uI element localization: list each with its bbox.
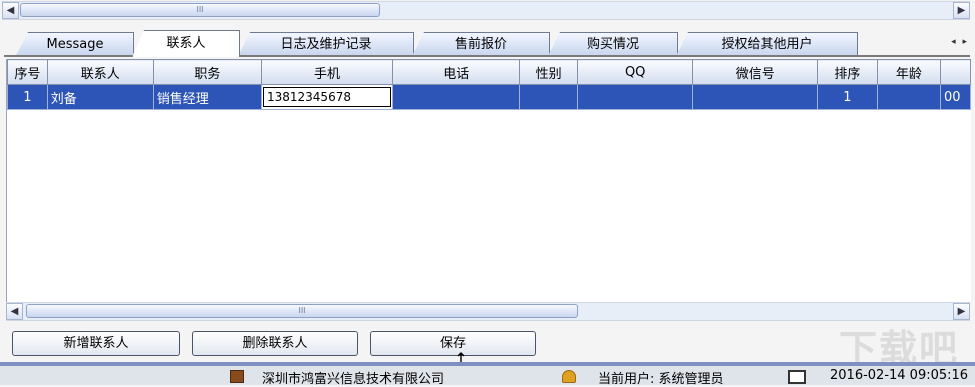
cell-wechat[interactable] [692,84,819,110]
grid-scroll-thumb[interactable]: III [26,304,578,318]
cell-gender[interactable] [519,84,578,110]
column-header-gender[interactable]: 性别 [519,59,578,85]
table-row[interactable]: 1 刘备 销售经理 1 00 [7,84,971,110]
status-bar: 深圳市鸿富兴信息技术有限公司 当前用户: 系统管理员 2016-02-14 09… [0,362,975,387]
status-datetime: 2016-02-14 09:05:16 [830,368,969,383]
cell-phone[interactable] [391,84,521,110]
grid-horizontal-scrollbar[interactable]: ◀ III ▶ [6,302,970,321]
scroll-right-arrow-icon[interactable]: ▶ [953,2,970,19]
cell-contact[interactable]: 刘备 [46,84,154,110]
column-header-title[interactable]: 职务 [152,59,262,85]
status-company: 深圳市鸿富兴信息技术有限公司 [262,372,445,387]
cell-order[interactable]: 1 [817,84,878,110]
cell-qq[interactable] [576,84,694,110]
scroll-thumb[interactable]: III [20,3,380,17]
column-header-age[interactable]: 年龄 [876,59,942,85]
tab-presales-quote[interactable]: 售前报价 [412,32,550,56]
tab-contacts[interactable]: 联系人 [132,30,240,57]
column-header-order[interactable]: 排序 [817,59,878,85]
tab-authorize-users[interactable]: 授权给其他用户 [676,32,858,56]
grid-scroll-left-arrow-icon[interactable]: ◀ [6,303,23,320]
cell-overflow[interactable]: 00 [940,84,971,110]
table-header-row: 序号 联系人 职务 手机 电话 性别 QQ 微信号 排序 年龄 [7,59,971,85]
column-header-overflow[interactable] [940,59,971,85]
cell-mobile[interactable] [260,84,393,110]
top-horizontal-scrollbar[interactable]: ◀ III ▶ [2,1,970,20]
status-current-user: 当前用户: 系统管理员 [598,372,724,387]
watermark-logo: 下载吧 [839,327,960,371]
column-header-wechat[interactable]: 微信号 [692,59,819,85]
calendar-icon [788,370,806,384]
delete-contact-button[interactable]: 删除联系人 [192,331,358,356]
tab-scroll-arrows-icon[interactable]: ◂ ▸ [951,37,969,47]
user-icon [562,370,576,383]
column-header-qq[interactable]: QQ [576,59,694,85]
contacts-grid: 序号 联系人 职务 手机 电话 性别 QQ 微信号 排序 年龄 1 刘备 销售经… [6,59,971,302]
scroll-left-arrow-icon[interactable]: ◀ [2,2,19,19]
column-header-contact[interactable]: 联系人 [46,59,154,85]
tab-logs-maintenance[interactable]: 日志及维护记录 [238,32,414,56]
mobile-edit-input[interactable] [262,87,391,107]
tab-purchases[interactable]: 购买情况 [548,32,678,56]
column-header-phone[interactable]: 电话 [391,59,521,85]
cell-age[interactable] [876,84,942,110]
tab-message[interactable]: Message [16,32,134,56]
building-icon [230,370,244,383]
add-contact-button[interactable]: 新增联系人 [12,331,180,356]
cell-title[interactable]: 销售经理 [152,84,262,110]
cell-no[interactable]: 1 [7,84,48,110]
save-button[interactable]: 保存 [370,331,536,356]
column-header-no[interactable]: 序号 [7,59,48,85]
tab-strip: Message 联系人 日志及维护记录 售前报价 购买情况 授权给其他用户 [4,26,944,57]
column-header-mobile[interactable]: 手机 [260,59,393,85]
